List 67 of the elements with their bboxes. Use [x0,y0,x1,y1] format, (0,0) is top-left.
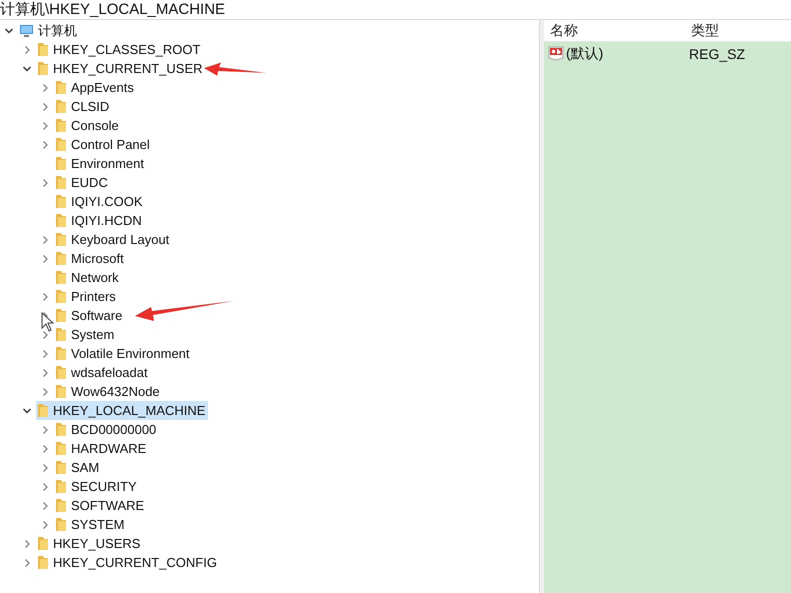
tree-item[interactable]: SYSTEM [54,515,128,534]
folder-icon [55,80,67,95]
tree-item[interactable]: HKEY_USERS [36,534,144,553]
mouse-cursor-icon [41,312,55,332]
tree-item[interactable]: Wow6432Node [54,382,163,401]
folder-icon [55,346,67,361]
tree-item[interactable]: HKEY_CLASSES_ROOT [36,40,204,59]
folder-icon [37,61,49,76]
tree-item[interactable]: Keyboard Layout [54,230,172,249]
folder-icon [37,42,49,57]
folder-icon [37,555,49,570]
tree-item[interactable]: HKEY_CURRENT_USER [36,59,206,78]
folder-icon [55,175,67,190]
folder-icon [55,422,67,437]
tree-item[interactable]: wdsafeloadat [54,363,151,382]
folder-icon [55,479,67,494]
folder-icon [37,403,49,418]
column-header[interactable]: 类型 [685,22,791,40]
tree-item[interactable]: Console [54,116,122,135]
tree-item[interactable]: Printers [54,287,119,306]
folder-icon [55,270,67,285]
folder-icon [55,137,67,152]
tree-item[interactable]: SAM [54,458,102,477]
chevron-icon[interactable] [23,406,31,414]
tree-item[interactable]: Microsoft [54,249,127,268]
tree-item[interactable]: IQIYI.COOK [54,192,146,211]
tree-item[interactable]: Environment [54,154,147,173]
string-value-icon [548,46,564,61]
tree-item[interactable]: HKEY_CURRENT_CONFIG [36,553,220,572]
tree-item[interactable]: 计算机 [18,21,80,40]
folder-icon [55,327,67,342]
folder-icon [55,194,67,209]
tree-item[interactable]: SOFTWARE [54,496,148,515]
folder-icon [55,99,67,114]
tree-item[interactable]: EUDC [54,173,111,192]
folder-icon [55,156,67,171]
tree-item[interactable]: System [54,325,118,344]
folder-icon [55,384,67,399]
folder-icon [55,498,67,513]
tree-item[interactable]: Network [54,268,122,287]
tree-item[interactable]: AppEvents [54,78,137,97]
chevron-icon[interactable] [41,312,49,320]
folder-icon [55,232,67,247]
chevron-icon[interactable] [5,26,13,34]
folder-icon [55,118,67,133]
tree-item[interactable]: HARDWARE [54,439,150,458]
folder-icon [37,536,49,551]
chevron-icon[interactable] [23,64,31,72]
folder-icon [55,289,67,304]
tree-item[interactable]: HKEY_LOCAL_MACHINE [36,401,208,420]
tree-item[interactable]: SECURITY [54,477,140,496]
tree-item[interactable]: IQIYI.HCDN [54,211,145,230]
folder-icon [55,365,67,380]
folder-icon [55,213,67,228]
folder-icon [55,517,67,532]
column-header[interactable]: 名称 [544,22,685,40]
value-row[interactable]: (默认) REG_SZ [544,43,791,64]
folder-icon [55,251,67,266]
computer-icon [19,24,34,38]
tree-item[interactable]: CLSID [54,97,112,116]
folder-icon [55,460,67,475]
tree-item[interactable]: Software [54,306,126,325]
folder-icon [55,441,67,456]
tree-item[interactable]: Volatile Environment [54,344,193,363]
folder-icon [55,308,67,323]
tree-item[interactable]: Control Panel [54,135,153,154]
tree-item[interactable]: BCD00000000 [54,420,160,439]
